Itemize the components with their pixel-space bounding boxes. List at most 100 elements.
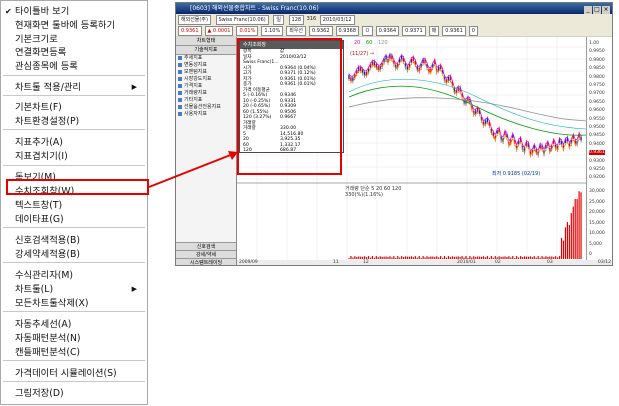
volume-bar — [399, 257, 401, 259]
menu-item[interactable]: 타이틀바 보기 — [5, 5, 143, 18]
menu-item[interactable]: 관심종목에 등록 — [15, 60, 143, 73]
menu-item[interactable]: 기본크기로 — [15, 33, 143, 46]
volume-bar — [404, 256, 407, 259]
volume-bar — [473, 256, 475, 259]
menu-item[interactable]: 모든차트툴삭제(X) — [15, 297, 143, 310]
menu-item[interactable]: 가격데이터 시뮬레이션(S) — [15, 367, 143, 380]
menu-item[interactable]: 기본차트(F) — [15, 101, 143, 114]
volume-bar — [471, 257, 473, 259]
volume-bar — [564, 227, 567, 259]
volume-bar — [418, 256, 420, 259]
indicator-category[interactable]: 모멘텀지표 — [176, 69, 236, 76]
menu-item[interactable]: 지표겹치기(I) — [15, 150, 143, 163]
title-bar[interactable]: [0603] 해외선물종합차트 - Swiss Franc(10.06) _ □ × — [176, 3, 612, 14]
volume-bar — [525, 256, 528, 259]
menu-item-label: 신호검색적용(B) — [15, 235, 80, 246]
close-icon[interactable]: × — [602, 6, 610, 14]
menu-item[interactable]: 차트툴(L) ▶ — [15, 283, 143, 296]
volume-bar — [461, 256, 463, 259]
menu-item[interactable]: 자동패턴분석(N) — [15, 332, 143, 345]
indicator-category[interactable]: 기타지표 — [176, 97, 236, 104]
menu-item[interactable]: 차트환경설정(P) — [15, 115, 143, 128]
menu-item-label: 지표겹치기(I) — [15, 151, 68, 162]
menu-item-label: 수식관리자(M) — [15, 270, 74, 281]
menu-item[interactable]: 그림저장(D) — [15, 387, 143, 400]
quote-value: 0.9368 — [335, 26, 360, 36]
candle-body — [467, 97, 469, 102]
indicator-category[interactable]: 추세지표 — [176, 55, 236, 62]
menu-item[interactable]: 연결화면등록 — [15, 46, 143, 59]
panel-bottom-button[interactable]: 시스템트레이딩 — [176, 258, 236, 265]
volume-bar — [560, 237, 563, 259]
menu-separator — [3, 75, 145, 76]
menu-item-label: 자동추세선(A) — [15, 319, 72, 330]
technical-indicator-tab[interactable]: 기술적지표 — [176, 46, 236, 55]
volume-bar — [467, 257, 469, 259]
price-tick: 0.9950 — [589, 49, 605, 55]
volume-bar — [547, 256, 549, 259]
menu-item[interactable]: 수식관리자(M) — [15, 269, 143, 282]
price-tick: 0.9200 — [589, 175, 605, 181]
volume-bar — [377, 257, 379, 259]
low-price-label: 최저 0.9185 (02/19) — [492, 170, 540, 177]
volume-bar — [408, 256, 411, 259]
volume-value: 330(%)(1.16%) — [345, 192, 383, 198]
menu-item[interactable]: 차트툴 적용/관리 ▶ — [15, 81, 143, 94]
menu-item[interactable]: 텍스트창(T) — [15, 199, 143, 212]
volume-tick: 30,000 — [589, 189, 605, 194]
volume-legend: 거래량 단순 5 20 60 120 — [345, 185, 401, 192]
maximize-icon[interactable]: □ — [593, 6, 601, 14]
volume-bar — [381, 256, 383, 259]
period-select[interactable]: 일 — [273, 15, 284, 25]
indicator-category[interactable]: 선물옵션전용지표 — [176, 104, 236, 111]
volume-bar — [574, 199, 576, 259]
volume-bar — [350, 256, 352, 259]
date-tick: 02 — [495, 260, 501, 265]
count-field[interactable]: 128 — [288, 15, 305, 25]
volume-bar — [486, 256, 489, 259]
symbol-code-field[interactable]: 해외선물(주) — [178, 15, 211, 25]
highlight-box-value-window-item — [6, 179, 149, 195]
highlight-frame — [237, 38, 342, 175]
volume-bar — [533, 256, 535, 259]
quote-value: 0.9362 — [309, 26, 333, 36]
date-field[interactable]: 2010/03/12 — [319, 15, 355, 25]
volume-bar — [531, 257, 533, 259]
menu-item[interactable]: 현재화면 툴바에 등록하기 — [15, 19, 143, 32]
product-field[interactable]: Swiss Franc(10.06) — [215, 15, 269, 25]
volume-bar — [367, 256, 370, 259]
volume-bar — [395, 257, 397, 259]
indicator-category[interactable]: 시장강도지표 — [176, 76, 236, 83]
minimize-icon[interactable]: _ — [584, 6, 592, 14]
menu-item[interactable]: 캔들패턴분석(C) — [15, 346, 143, 359]
candle-body — [358, 67, 360, 72]
volume-bar — [436, 256, 438, 259]
volume-bar — [562, 240, 565, 259]
menu-item-label: 데이타표(G) — [15, 214, 64, 225]
volume-bar — [428, 256, 430, 259]
menu-item[interactable]: 강세약세적용(B) — [15, 248, 143, 261]
price-tick: 0.9800 — [589, 74, 605, 80]
volume-bar — [481, 256, 483, 259]
volume-bar — [420, 257, 422, 259]
quote-value: ▲ 0.0001 — [204, 26, 234, 36]
menu-separator — [3, 95, 145, 96]
indicator-category[interactable]: 사용자지표 — [176, 111, 236, 118]
volume-bar — [348, 258, 350, 259]
volume-tick: 20,000 — [589, 210, 605, 215]
volume-bar — [401, 256, 403, 259]
menu-separator — [3, 262, 145, 263]
menu-item[interactable]: 신호검색적용(B) — [15, 234, 143, 247]
ma-legend-item: 20 — [354, 40, 360, 46]
menu-item[interactable]: 자동추세선(A) — [15, 318, 143, 331]
volume-bar — [432, 256, 434, 259]
menu-item[interactable]: 데이타표(G) — [15, 213, 143, 226]
indicator-category[interactable]: 가격지표 — [176, 83, 236, 90]
indicator-category[interactable]: 변동성지표 — [176, 62, 236, 69]
chart-type-tab[interactable]: 차트형태 — [176, 37, 236, 46]
menu-item-label: 가격데이터 시뮬레이션(S) — [15, 368, 117, 379]
price-tick: 0.9361 — [589, 150, 605, 156]
indicator-category[interactable]: 거래량지표 — [176, 90, 236, 97]
date-tick: 11 — [333, 260, 339, 265]
menu-item[interactable]: 지표추가(A) — [15, 136, 143, 149]
